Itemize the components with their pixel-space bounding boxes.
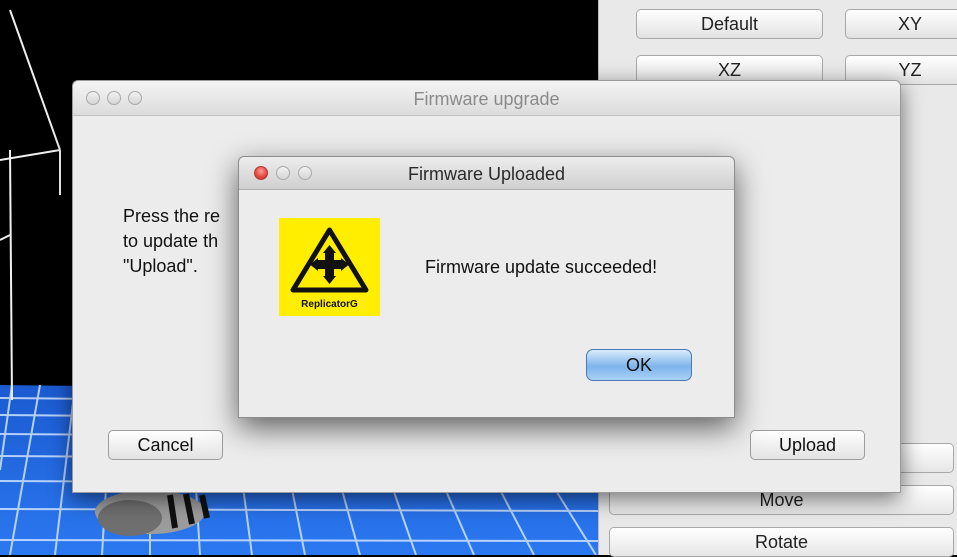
ok-button[interactable]: OK [586, 349, 692, 381]
replicatorg-logo: ReplicatorG [279, 218, 380, 316]
dialog-message: Firmware update succeeded! [425, 257, 658, 277]
view-default-button[interactable]: Default [636, 9, 823, 39]
upload-button[interactable]: Upload [750, 430, 865, 460]
cancel-button[interactable]: Cancel [108, 430, 223, 460]
window-title: Firmware upgrade [413, 89, 560, 109]
firmware-upgrade-titlebar[interactable]: Firmware upgrade [73, 81, 900, 116]
dialog-title: Firmware Uploaded [407, 164, 566, 184]
firmware-uploaded-dialog: Firmware Uploaded ReplicatorG Firmware u… [238, 156, 735, 418]
logo-text: ReplicatorG [301, 299, 358, 310]
rotate-button[interactable]: Rotate [609, 527, 954, 557]
dialog-titlebar[interactable]: Firmware Uploaded [239, 157, 734, 190]
view-xy-button[interactable]: XY [845, 9, 957, 39]
